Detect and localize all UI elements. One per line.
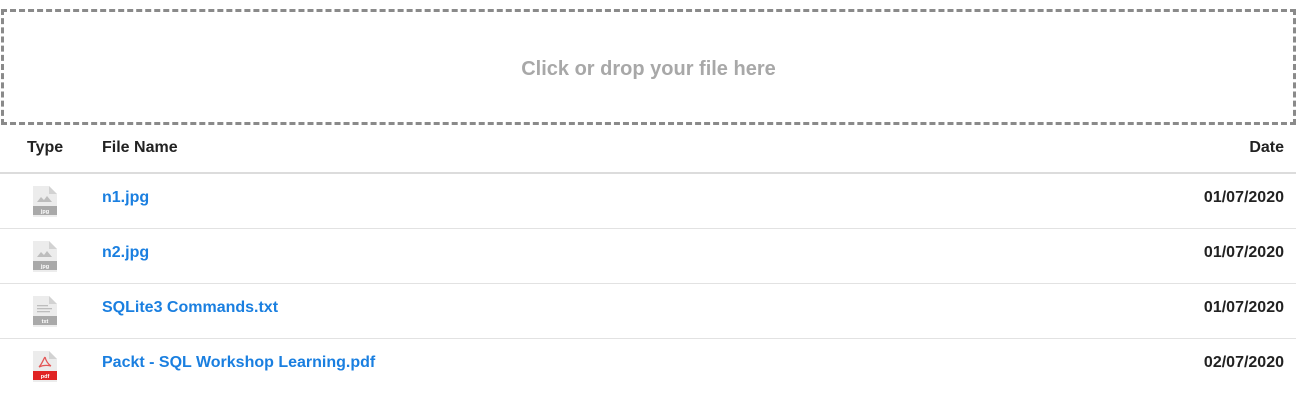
file-extension-label: jpg xyxy=(40,209,49,215)
dropzone-label: Click or drop your file here xyxy=(521,57,776,80)
file-extension-label: txt xyxy=(42,319,49,325)
column-header-date: Date xyxy=(1249,139,1284,156)
table-header: Type File Name Date xyxy=(0,124,1296,174)
table-row: jpg n1.jpg 01/07/2020 xyxy=(0,174,1296,229)
table-row: pdf Packt - SQL Workshop Learning.pdf 02… xyxy=(0,339,1296,394)
file-extension-label: pdf xyxy=(41,374,50,380)
file-link[interactable]: n2.jpg xyxy=(102,244,149,262)
table-row: jpg n2.jpg 01/07/2020 xyxy=(0,229,1296,284)
column-header-file-name: File Name xyxy=(102,139,178,156)
jpg-file-icon: jpg xyxy=(33,186,57,217)
file-dropzone[interactable]: Click or drop your file here xyxy=(1,9,1296,125)
file-extension-label: jpg xyxy=(40,264,49,270)
file-table: Type File Name Date jpg n1.jpg 01/07/202… xyxy=(0,124,1296,394)
file-date: 01/07/2020 xyxy=(1203,244,1284,261)
pdf-file-icon: pdf xyxy=(33,351,57,382)
file-date: 01/07/2020 xyxy=(1203,299,1284,316)
file-link[interactable]: SQLite3 Commands.txt xyxy=(102,299,278,317)
column-header-type: Type xyxy=(27,139,64,156)
file-link[interactable]: n1.jpg xyxy=(102,189,149,207)
txt-file-icon: txt xyxy=(33,296,57,327)
table-row: txt SQLite3 Commands.txt 01/07/2020 xyxy=(0,284,1296,339)
file-date: 01/07/2020 xyxy=(1203,189,1284,206)
file-link[interactable]: Packt - SQL Workshop Learning.pdf xyxy=(102,354,375,372)
jpg-file-icon: jpg xyxy=(33,241,57,272)
file-date: 02/07/2020 xyxy=(1203,354,1284,371)
